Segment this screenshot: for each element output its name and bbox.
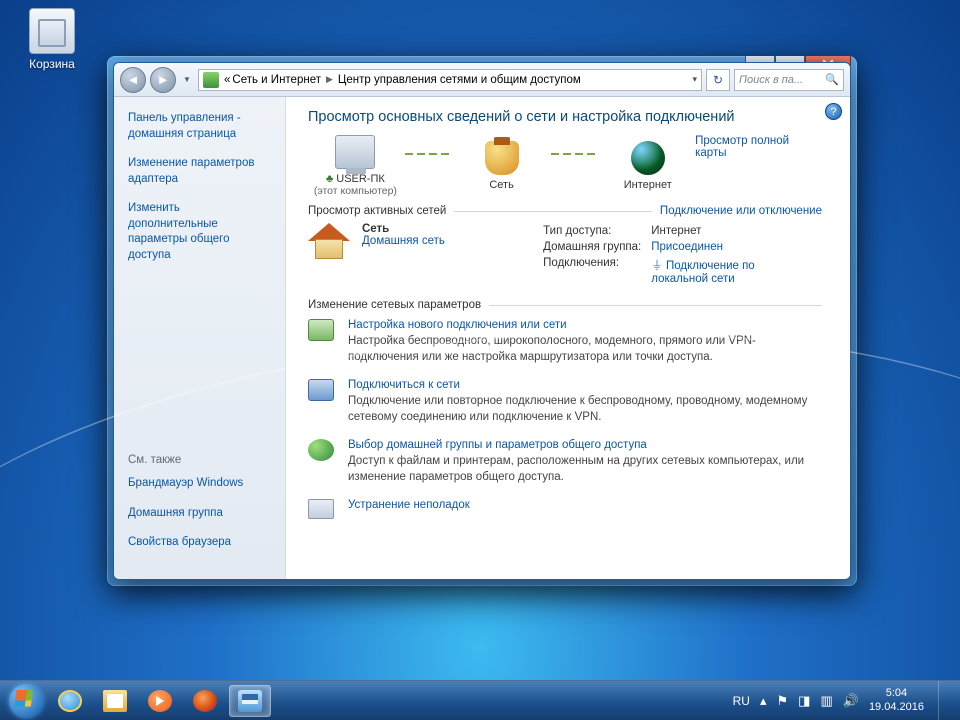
page-title: Просмотр основных сведений о сети и наст… bbox=[308, 109, 822, 125]
firefox-icon bbox=[193, 690, 217, 712]
sidebar-link-homegroup[interactable]: Домашняя группа bbox=[128, 506, 271, 522]
connect-disconnect-link[interactable]: Подключение или отключение bbox=[660, 205, 822, 217]
forward-button[interactable]: ► bbox=[150, 67, 176, 93]
main-content: ? Просмотр основных сведений о сети и на… bbox=[286, 97, 850, 579]
map-net-label: Сеть bbox=[489, 179, 513, 191]
taskbar: RU ▴ ⚑ ◨ ▥ 🔊 5:04 19.04.2016 bbox=[0, 680, 960, 720]
tray-date: 19.04.2016 bbox=[869, 701, 924, 714]
task-homegroup-link[interactable]: Выбор домашней группы и параметров общег… bbox=[348, 439, 647, 451]
connection-link[interactable]: Подключение по локальной сети bbox=[651, 260, 754, 285]
map-internet-label: Интернет bbox=[624, 179, 672, 191]
map-connector bbox=[551, 153, 598, 155]
nic-icon: ⏚ bbox=[651, 260, 663, 272]
active-net-name: Сеть bbox=[362, 223, 445, 235]
connect-network-icon bbox=[308, 379, 334, 401]
history-dropdown[interactable]: ▼ bbox=[180, 67, 194, 93]
label-connections: Подключения: bbox=[543, 255, 651, 287]
nav-bar: ◄ ► ▼ « Сеть и Интернет ▶ Центр управлен… bbox=[114, 63, 850, 97]
sidebar-link-sharing[interactable]: Изменить дополнительные параметры общего… bbox=[128, 201, 271, 263]
active-net-type-link[interactable]: Домашняя сеть bbox=[362, 235, 445, 247]
house-icon bbox=[308, 223, 350, 259]
recycle-bin-label: Корзина bbox=[16, 57, 88, 71]
control-panel-window: ◄ ► ▼ « Сеть и Интернет ▶ Центр управлен… bbox=[113, 62, 851, 580]
map-node-pc[interactable]: ♣ USER-ПК (этот компьютер) bbox=[308, 135, 403, 197]
tray-action-center-icon[interactable]: ⚑ bbox=[777, 693, 789, 709]
change-settings-heading: Изменение сетевых параметров bbox=[308, 299, 481, 311]
pc-icon bbox=[335, 135, 375, 169]
tray-clock[interactable]: 5:04 19.04.2016 bbox=[869, 687, 924, 713]
map-connector bbox=[405, 153, 452, 155]
label-access: Тип доступа: bbox=[543, 223, 651, 239]
breadcrumb-prefix: « bbox=[224, 74, 230, 86]
location-icon bbox=[203, 72, 219, 88]
value-access: Интернет bbox=[651, 223, 822, 239]
taskbar-control-panel[interactable] bbox=[229, 685, 271, 717]
task-connect-link[interactable]: Подключиться к сети bbox=[348, 379, 460, 391]
task-homegroup-desc: Доступ к файлам и принтерам, расположенн… bbox=[348, 454, 822, 485]
windows-logo-icon bbox=[9, 684, 43, 718]
search-placeholder: Поиск в па... bbox=[739, 74, 803, 86]
breadcrumb-current[interactable]: Центр управления сетями и общим доступом bbox=[338, 74, 581, 86]
taskbar-explorer[interactable] bbox=[94, 685, 136, 717]
tray-show-hidden-icon[interactable]: ▴ bbox=[760, 693, 767, 709]
explorer-icon bbox=[103, 690, 127, 712]
homegroup-icon bbox=[308, 439, 334, 461]
troubleshoot-icon bbox=[308, 499, 334, 519]
recycle-bin[interactable]: Корзина bbox=[16, 8, 88, 71]
ie-icon bbox=[58, 690, 82, 712]
taskbar-firefox[interactable] bbox=[184, 685, 226, 717]
back-button[interactable]: ◄ bbox=[120, 67, 146, 93]
language-indicator[interactable]: RU bbox=[733, 694, 750, 708]
show-desktop-button[interactable] bbox=[938, 681, 950, 720]
map-pc-sublabel: (этот компьютер) bbox=[314, 185, 397, 197]
task-item: Подключиться к сети Подключение или повт… bbox=[308, 379, 822, 425]
task-item: Выбор домашней группы и параметров общег… bbox=[308, 439, 822, 485]
chevron-right-icon: ▶ bbox=[326, 74, 333, 85]
active-networks-heading: Просмотр активных сетей bbox=[308, 205, 446, 217]
map-node-network[interactable]: Сеть bbox=[454, 141, 549, 191]
tray-time: 5:04 bbox=[869, 687, 924, 700]
refresh-button[interactable]: ↻ bbox=[706, 69, 730, 91]
breadcrumb[interactable]: « Сеть и Интернет ▶ Центр управления сет… bbox=[198, 69, 702, 91]
setup-connection-icon bbox=[308, 319, 334, 341]
taskbar-ie[interactable] bbox=[49, 685, 91, 717]
tray-network-icon[interactable]: ▥ bbox=[820, 693, 832, 709]
sidebar-link-cp-home[interactable]: Панель управления - домашняя страница bbox=[128, 111, 271, 142]
sidebar-link-browser[interactable]: Свойства браузера bbox=[128, 535, 271, 551]
sidebar: Панель управления - домашняя страница Из… bbox=[114, 97, 286, 579]
start-button[interactable] bbox=[6, 681, 46, 720]
label-homegroup: Домашняя группа: bbox=[543, 239, 651, 255]
sidebar-link-adapter[interactable]: Изменение параметров адаптера bbox=[128, 156, 271, 187]
task-setup-desc: Настройка беспроводного, широкополосного… bbox=[348, 334, 822, 365]
task-troubleshoot-link[interactable]: Устранение неполадок bbox=[348, 499, 470, 511]
see-also-heading: См. также bbox=[128, 454, 271, 466]
full-map-link[interactable]: Просмотр полной карты bbox=[695, 135, 822, 159]
help-icon[interactable]: ? bbox=[825, 103, 842, 120]
control-panel-icon bbox=[238, 690, 262, 712]
task-connect-desc: Подключение или повторное подключение к … bbox=[348, 394, 822, 425]
taskbar-media[interactable] bbox=[139, 685, 181, 717]
task-item: Настройка нового подключения или сети На… bbox=[308, 319, 822, 365]
breadcrumb-root[interactable]: Сеть и Интернет bbox=[232, 74, 321, 86]
map-node-internet[interactable]: Интернет bbox=[600, 141, 695, 191]
homegroup-link[interactable]: Присоединен bbox=[651, 241, 723, 253]
task-item: Устранение неполадок bbox=[308, 499, 822, 519]
map-pc-label: ♣ USER-ПК bbox=[326, 173, 385, 185]
recycle-bin-icon bbox=[29, 8, 75, 54]
system-tray: RU ▴ ⚑ ◨ ▥ 🔊 5:04 19.04.2016 bbox=[733, 681, 954, 720]
media-player-icon bbox=[148, 690, 172, 712]
network-icon bbox=[485, 141, 519, 175]
chevron-down-icon[interactable]: ▾ bbox=[692, 74, 697, 85]
tray-power-icon[interactable]: ◨ bbox=[798, 693, 810, 709]
task-setup-link[interactable]: Настройка нового подключения или сети bbox=[348, 319, 567, 331]
globe-icon bbox=[631, 141, 665, 175]
search-input[interactable]: Поиск в па... 🔍 bbox=[734, 69, 844, 91]
tray-volume-icon[interactable]: 🔊 bbox=[843, 693, 859, 709]
search-icon: 🔍 bbox=[825, 73, 839, 86]
sidebar-link-firewall[interactable]: Брандмауэр Windows bbox=[128, 476, 271, 492]
